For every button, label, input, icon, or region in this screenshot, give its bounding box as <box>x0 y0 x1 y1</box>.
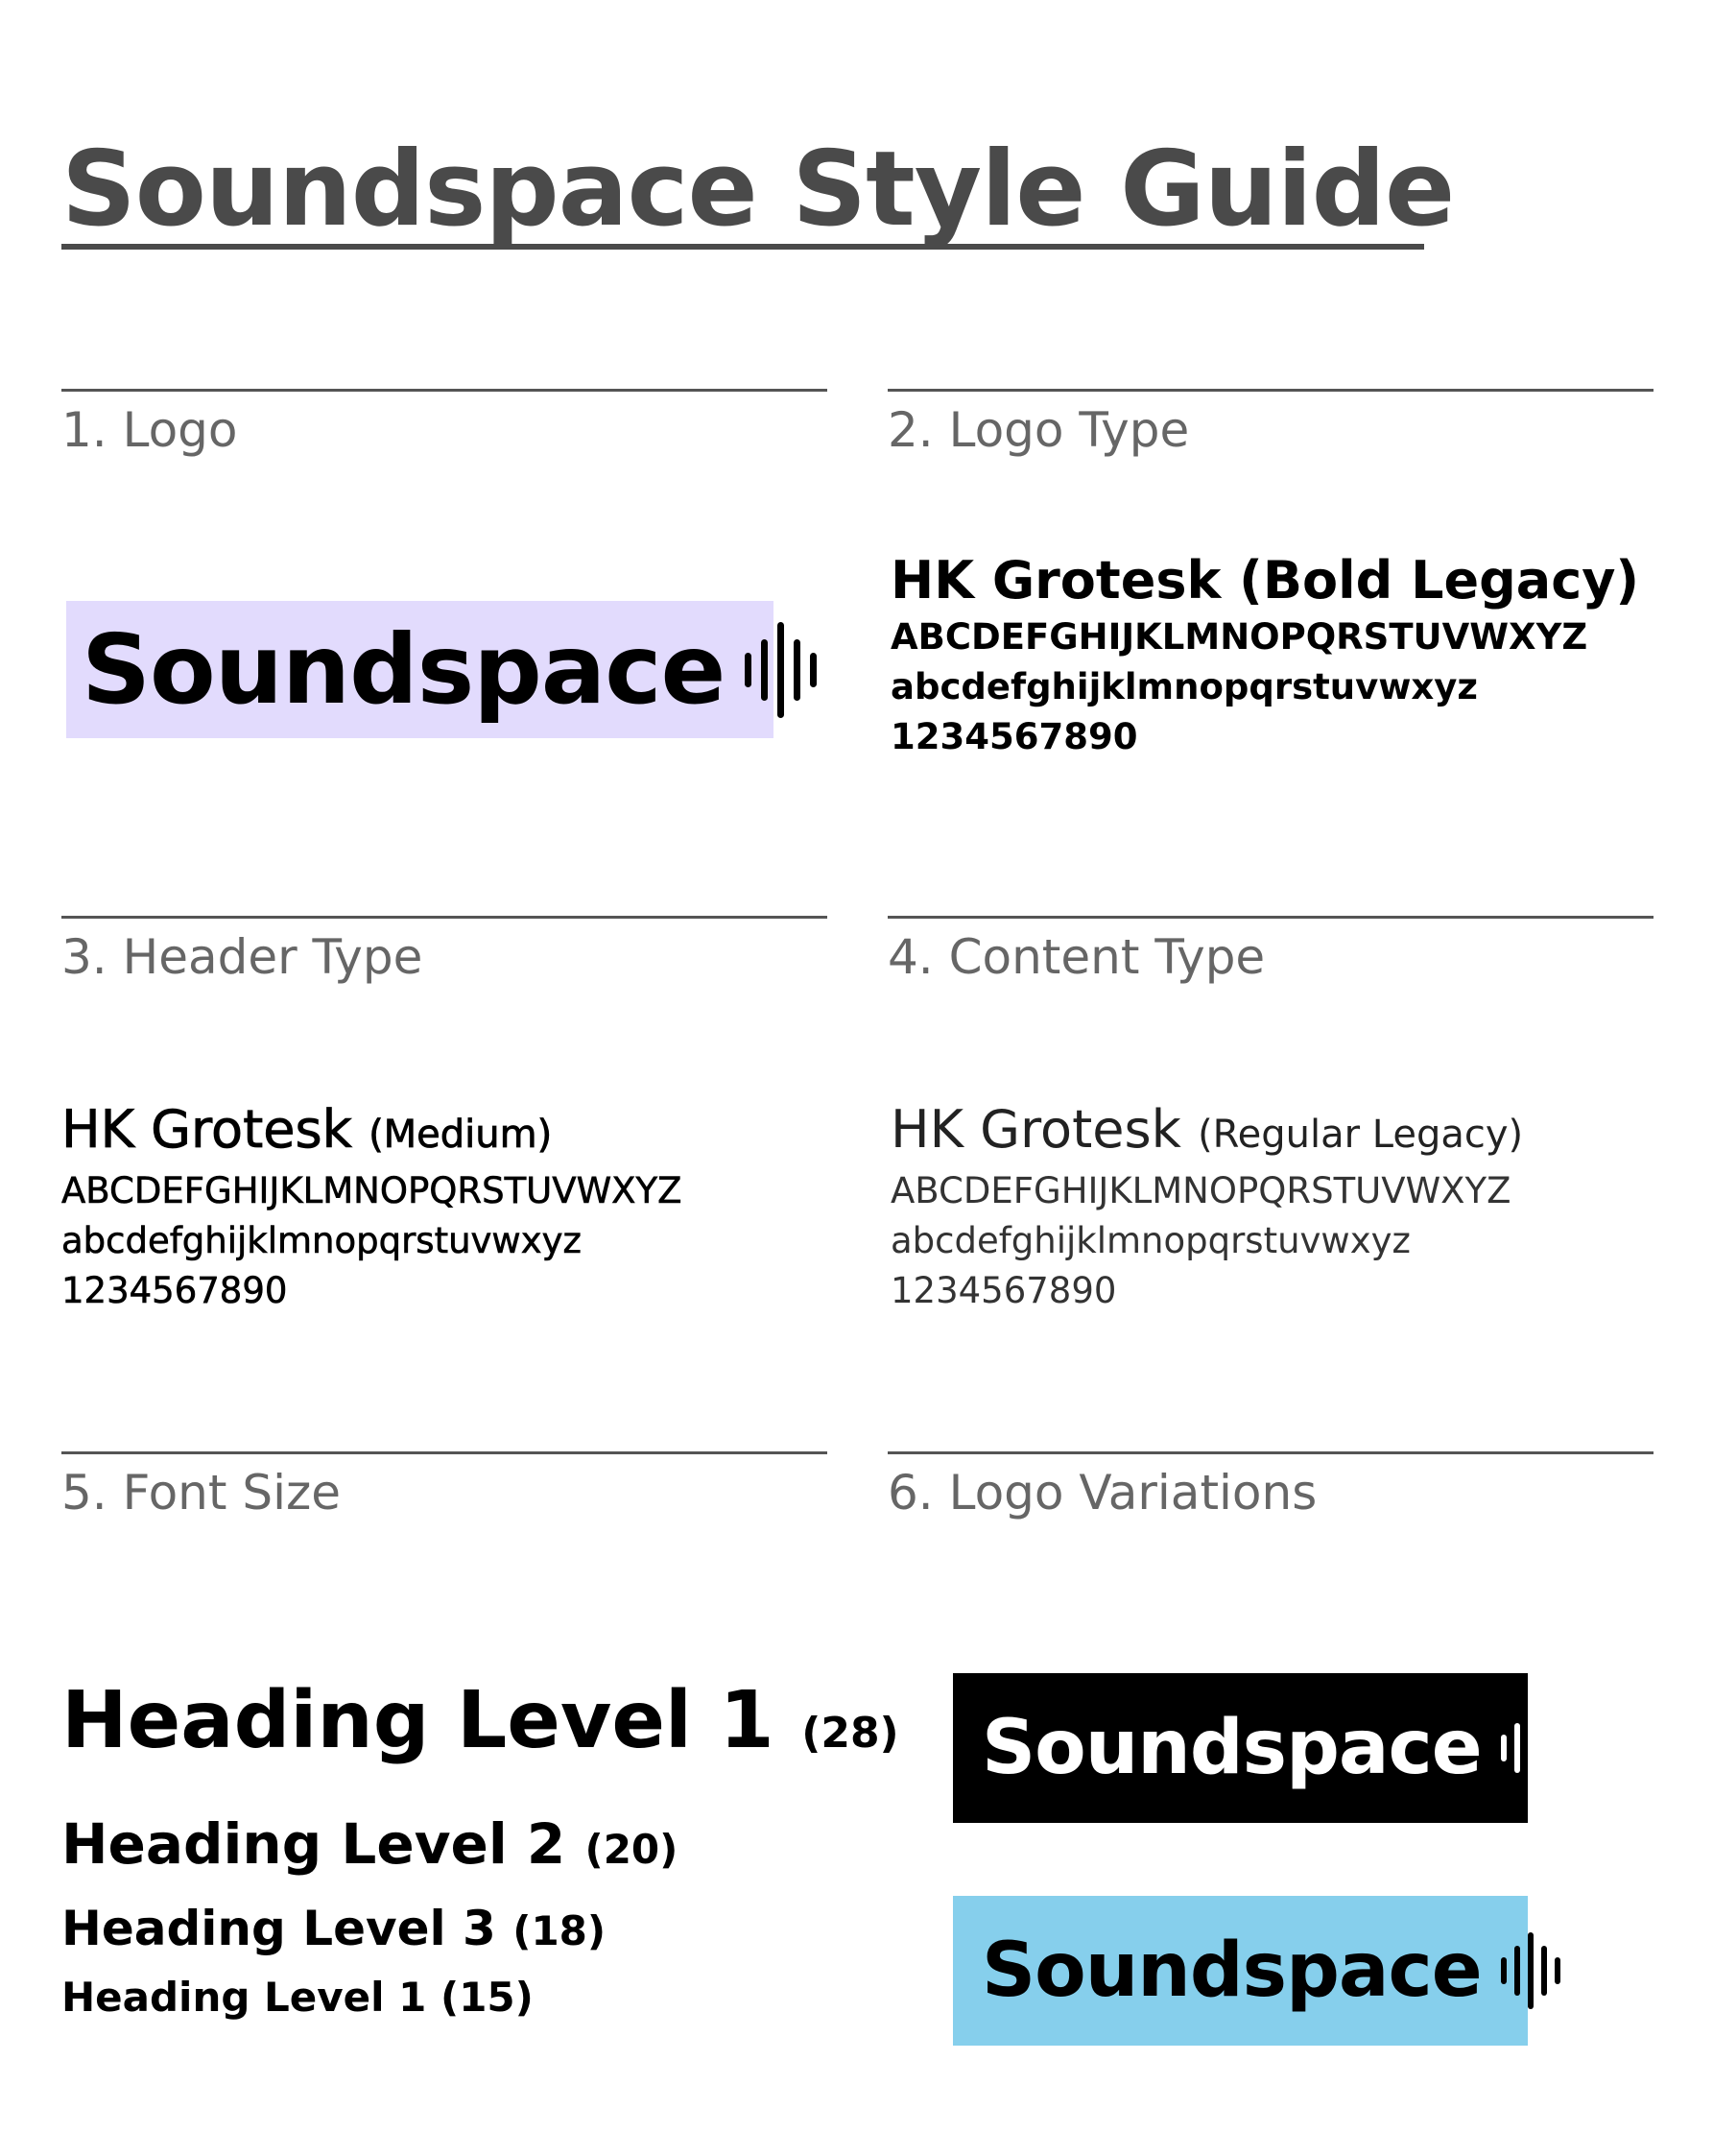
sound-wave-icon <box>740 621 821 718</box>
heading-label: Heading Level 3 <box>61 1901 496 1956</box>
section-divider <box>888 1451 1654 1454</box>
typeface-name: HK Grotesk (Bold Legacy) <box>891 550 1640 611</box>
heading-size: (28) <box>801 1709 899 1758</box>
heading-size: (15) <box>440 1974 534 2021</box>
section-divider <box>61 916 827 919</box>
typeface-name: HK Grotesk <box>891 1099 1181 1160</box>
lowercase-specimen: abcdefghijklmnopqrstuvwxyz <box>891 1220 1411 1261</box>
section-logo-variations: 6. Logo Variations <box>888 1451 1654 1523</box>
lowercase-specimen: abcdefghijklmnopqrstuvwxyz <box>891 666 1478 707</box>
header-type-specimen: HK Grotesk (Medium) ABCDEFGHIJKLMNOPQRST… <box>61 1098 682 1316</box>
typeface-name-row: HK Grotesk (Medium) <box>61 1098 681 1166</box>
page-title: Soundspace Style Guide <box>61 130 1455 250</box>
section-label: 1. Logo <box>61 402 238 458</box>
logo-type-specimen: HK Grotesk (Bold Legacy) ABCDEFGHIJKLMNO… <box>891 549 1639 762</box>
digits-specimen: 1234567890 <box>61 1270 288 1312</box>
heading-label: Heading Level 2 <box>61 1811 566 1877</box>
heading-label: Heading Level 1 <box>61 1974 427 2021</box>
heading-label: Heading Level 1 <box>61 1675 774 1766</box>
section-logo: 1. Logo <box>61 389 827 461</box>
content-type-specimen: HK Grotesk (Regular Legacy) ABCDEFGHIJKL… <box>891 1098 1523 1316</box>
sound-wave-icon <box>1497 1710 1564 1786</box>
section-label: 4. Content Type <box>888 929 1266 985</box>
section-logo-type: 2. Logo Type <box>888 389 1654 461</box>
section-divider <box>888 916 1654 919</box>
typeface-name: HK Grotesk <box>61 1099 353 1161</box>
section-content-type: 4. Content Type <box>888 916 1654 988</box>
uppercase-specimen: ABCDEFGHIJKLMNOPQRSTUVWXYZ <box>891 616 1588 658</box>
title-underline <box>61 244 1424 250</box>
typeface-name-row: HK Grotesk (Regular Legacy) <box>891 1098 1523 1166</box>
digits-specimen: 1234567890 <box>891 1270 1117 1311</box>
typeface-weight: (Medium) <box>369 1113 553 1158</box>
uppercase-specimen: ABCDEFGHIJKLMNOPQRSTUVWXYZ <box>891 1170 1511 1211</box>
section-label: 3. Header Type <box>61 929 423 985</box>
section-label: 2. Logo Type <box>888 402 1190 458</box>
digits-specimen: 1234567890 <box>891 716 1138 757</box>
section-header-type: 3. Header Type <box>61 916 827 988</box>
section-font-size: 5. Font Size <box>61 1451 827 1523</box>
heading-sample-3: Heading Level 3 (18) <box>61 1901 606 1956</box>
heading-sample-4: Heading Level 1 (15) <box>61 1974 534 2021</box>
section-divider <box>888 389 1654 392</box>
logo-wordmark: Soundspace <box>982 1928 1483 2014</box>
sound-wave-icon <box>1497 1932 1564 2009</box>
heading-sample-2: Heading Level 2 (20) <box>61 1811 678 1877</box>
section-divider <box>61 1451 827 1454</box>
logo-wordmark: Soundspace <box>82 613 726 726</box>
section-label: 5. Font Size <box>61 1465 341 1521</box>
logo-wordmark: Soundspace <box>982 1705 1483 1791</box>
uppercase-specimen: ABCDEFGHIJKLMNOPQRSTUVWXYZ <box>61 1170 682 1212</box>
heading-sample-1: Heading Level 1 (28) <box>61 1675 899 1766</box>
lowercase-specimen: abcdefghijklmnopqrstuvwxyz <box>61 1220 583 1262</box>
typeface-weight: (Regular Legacy) <box>1198 1113 1524 1157</box>
logo-variation-dark: Soundspace <box>953 1673 1560 1823</box>
heading-size: (18) <box>512 1907 607 1954</box>
heading-size: (20) <box>584 1826 678 1873</box>
section-label: 6. Logo Variations <box>888 1465 1318 1521</box>
logo-variation-blue: Soundspace <box>953 1896 1560 2046</box>
section-divider <box>61 389 827 392</box>
logo-primary: Soundspace <box>66 601 818 738</box>
